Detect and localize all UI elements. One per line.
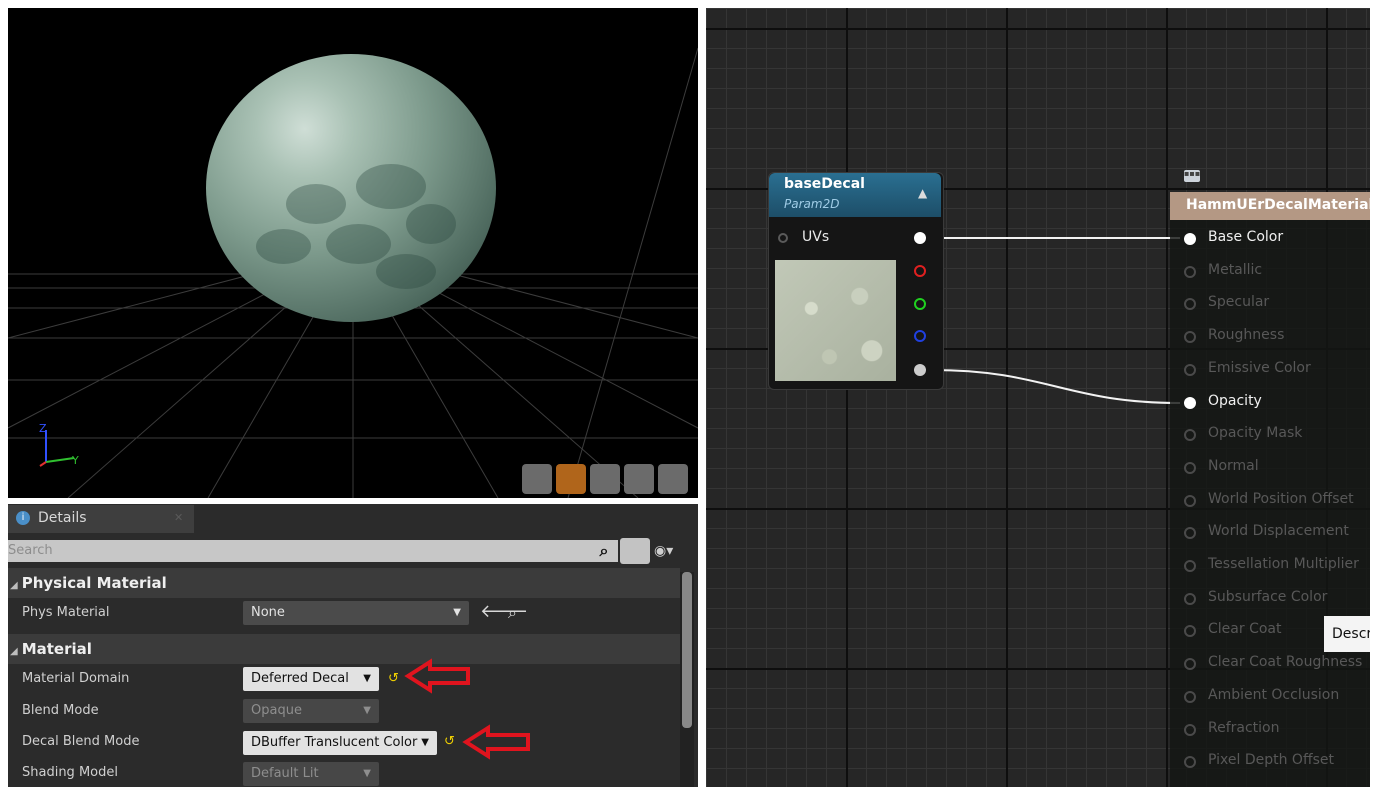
close-tab-icon[interactable]: ✕ xyxy=(174,511,183,524)
material-input-pin[interactable] xyxy=(1184,265,1196,278)
description-tooltip: Description xyxy=(1324,616,1370,652)
material-input-label: Specular xyxy=(1208,294,1270,311)
material-input-pin[interactable] xyxy=(1184,233,1196,245)
chevron-down-icon: ▼ xyxy=(363,673,371,684)
phys-material-dropdown[interactable]: None ▼ xyxy=(243,601,469,625)
node-title: baseDecal xyxy=(784,176,865,192)
comment-icon[interactable]: ▪▪▪ xyxy=(1184,170,1200,182)
material-input-label: Opacity Mask xyxy=(1208,425,1303,442)
details-tab[interactable]: i Details ✕ xyxy=(8,505,194,533)
material-input-pin[interactable] xyxy=(1184,690,1196,703)
dropdown-value: DBuffer Translucent Color xyxy=(251,735,418,750)
section-material[interactable]: ◢ Material xyxy=(8,634,680,664)
material-input-label: World Position Offset xyxy=(1208,490,1354,507)
scrollbar-thumb[interactable] xyxy=(682,572,692,728)
chevron-down-icon: ▼ xyxy=(453,607,461,618)
dropdown-value: Default Lit xyxy=(251,766,319,781)
texture-thumbnail xyxy=(775,260,896,381)
chevron-down-icon: ▼ xyxy=(421,737,429,748)
cube-icon[interactable] xyxy=(624,464,654,494)
section-title: Physical Material xyxy=(21,574,167,592)
property-label-shading-model: Shading Model xyxy=(22,765,118,780)
green-output-pin[interactable] xyxy=(914,298,926,310)
plane-icon[interactable] xyxy=(590,464,620,494)
svg-text:Y: Y xyxy=(71,454,79,467)
search-placeholder: Search xyxy=(8,543,53,558)
svg-text:Z: Z xyxy=(39,422,47,435)
material-input-label: Metallic xyxy=(1208,261,1263,278)
dropdown-value: Deferred Decal xyxy=(251,671,349,686)
property-matrix-icon[interactable] xyxy=(620,538,650,564)
material-input-pin[interactable] xyxy=(1184,658,1196,671)
uvs-label: UVs xyxy=(802,229,830,245)
dropdown-value: None xyxy=(251,605,285,620)
material-input-pin[interactable] xyxy=(1184,723,1196,736)
property-label-material-domain: Material Domain xyxy=(22,671,130,686)
alpha-output-pin[interactable] xyxy=(914,364,926,376)
use-selected-arrow-icon[interactable]: 🡐 xyxy=(480,601,528,622)
property-label-phys-material: Phys Material xyxy=(22,605,110,620)
annotation-arrow-icon xyxy=(462,724,530,760)
chevron-down-icon: ▼ xyxy=(363,705,371,716)
material-input-label: Roughness xyxy=(1208,327,1285,344)
preview-sphere xyxy=(206,54,496,322)
material-input-label: Clear Coat xyxy=(1208,621,1282,638)
material-input-label: Ambient Occlusion xyxy=(1208,686,1340,703)
blue-output-pin[interactable] xyxy=(914,330,926,342)
details-search-input[interactable]: Search xyxy=(8,540,618,562)
chevron-down-icon: ▼ xyxy=(363,768,371,779)
material-input-label: Clear Coat Roughness xyxy=(1208,654,1363,671)
view-options-icon[interactable]: ◉▾ xyxy=(654,540,696,562)
details-tab-label: Details xyxy=(38,510,87,526)
material-domain-dropdown[interactable]: Deferred Decal ▼ xyxy=(243,667,379,691)
sphere-icon[interactable] xyxy=(556,464,586,494)
material-input-pin[interactable] xyxy=(1184,461,1196,474)
annotation-arrow-icon xyxy=(404,658,470,694)
material-input-label: Opacity xyxy=(1208,392,1262,409)
material-preview-viewport[interactable]: Y Z xyxy=(8,8,698,498)
material-input-label: Subsurface Color xyxy=(1208,588,1328,605)
collapse-arrow-icon: ◢ xyxy=(10,646,18,657)
material-input-label: Emissive Color xyxy=(1208,359,1311,376)
material-input-label: Normal xyxy=(1208,457,1259,474)
uvs-input-pin[interactable] xyxy=(778,233,788,243)
collapse-arrow-icon: ◢ xyxy=(10,580,18,591)
material-input-label: Refraction xyxy=(1208,719,1280,736)
material-input-label: Tessellation Multiplier xyxy=(1208,556,1359,572)
search-icon[interactable]: ⌕ xyxy=(592,540,616,562)
rgb-output-pin[interactable] xyxy=(914,232,926,244)
reset-to-default-icon[interactable]: ↺ xyxy=(444,734,455,749)
material-input-pin[interactable] xyxy=(1184,363,1196,376)
section-title: Material xyxy=(21,640,92,658)
info-icon: i xyxy=(16,511,30,525)
material-input-pin[interactable] xyxy=(1184,396,1196,409)
material-input-label: Pixel Depth Offset xyxy=(1208,752,1334,769)
material-input-pin[interactable] xyxy=(1184,494,1196,507)
material-input-pin[interactable] xyxy=(1184,560,1196,572)
axis-gizmo-icon: Y Z xyxy=(39,422,79,467)
material-input-label: World Displacement xyxy=(1208,523,1349,540)
decal-blend-mode-dropdown[interactable]: DBuffer Translucent Color ▼ xyxy=(243,731,437,755)
shading-model-dropdown: Default Lit ▼ xyxy=(243,762,379,786)
teapot-icon[interactable] xyxy=(658,464,688,494)
property-label-blend-mode: Blend Mode xyxy=(22,703,99,718)
property-label-decal-blend-mode: Decal Blend Mode xyxy=(22,734,140,749)
browse-search-icon[interactable]: ⌕ xyxy=(508,603,517,623)
cylinder-icon[interactable] xyxy=(522,464,552,494)
material-input-pin[interactable] xyxy=(1184,592,1196,605)
material-input-label: Base Color xyxy=(1208,229,1284,245)
red-output-pin[interactable] xyxy=(914,265,926,277)
material-node-title: HammUErDecalMaterial xyxy=(1186,197,1374,213)
blend-mode-dropdown: Opaque ▼ xyxy=(243,699,379,723)
node-subtitle: Param2D xyxy=(784,197,840,211)
reset-to-default-icon[interactable]: ↺ xyxy=(388,671,399,686)
dropdown-value: Opaque xyxy=(251,703,302,718)
material-input-pin[interactable] xyxy=(1184,331,1196,344)
collapse-node-icon[interactable]: ▲ xyxy=(918,186,927,200)
section-physical-material[interactable]: ◢ Physical Material xyxy=(8,568,680,598)
